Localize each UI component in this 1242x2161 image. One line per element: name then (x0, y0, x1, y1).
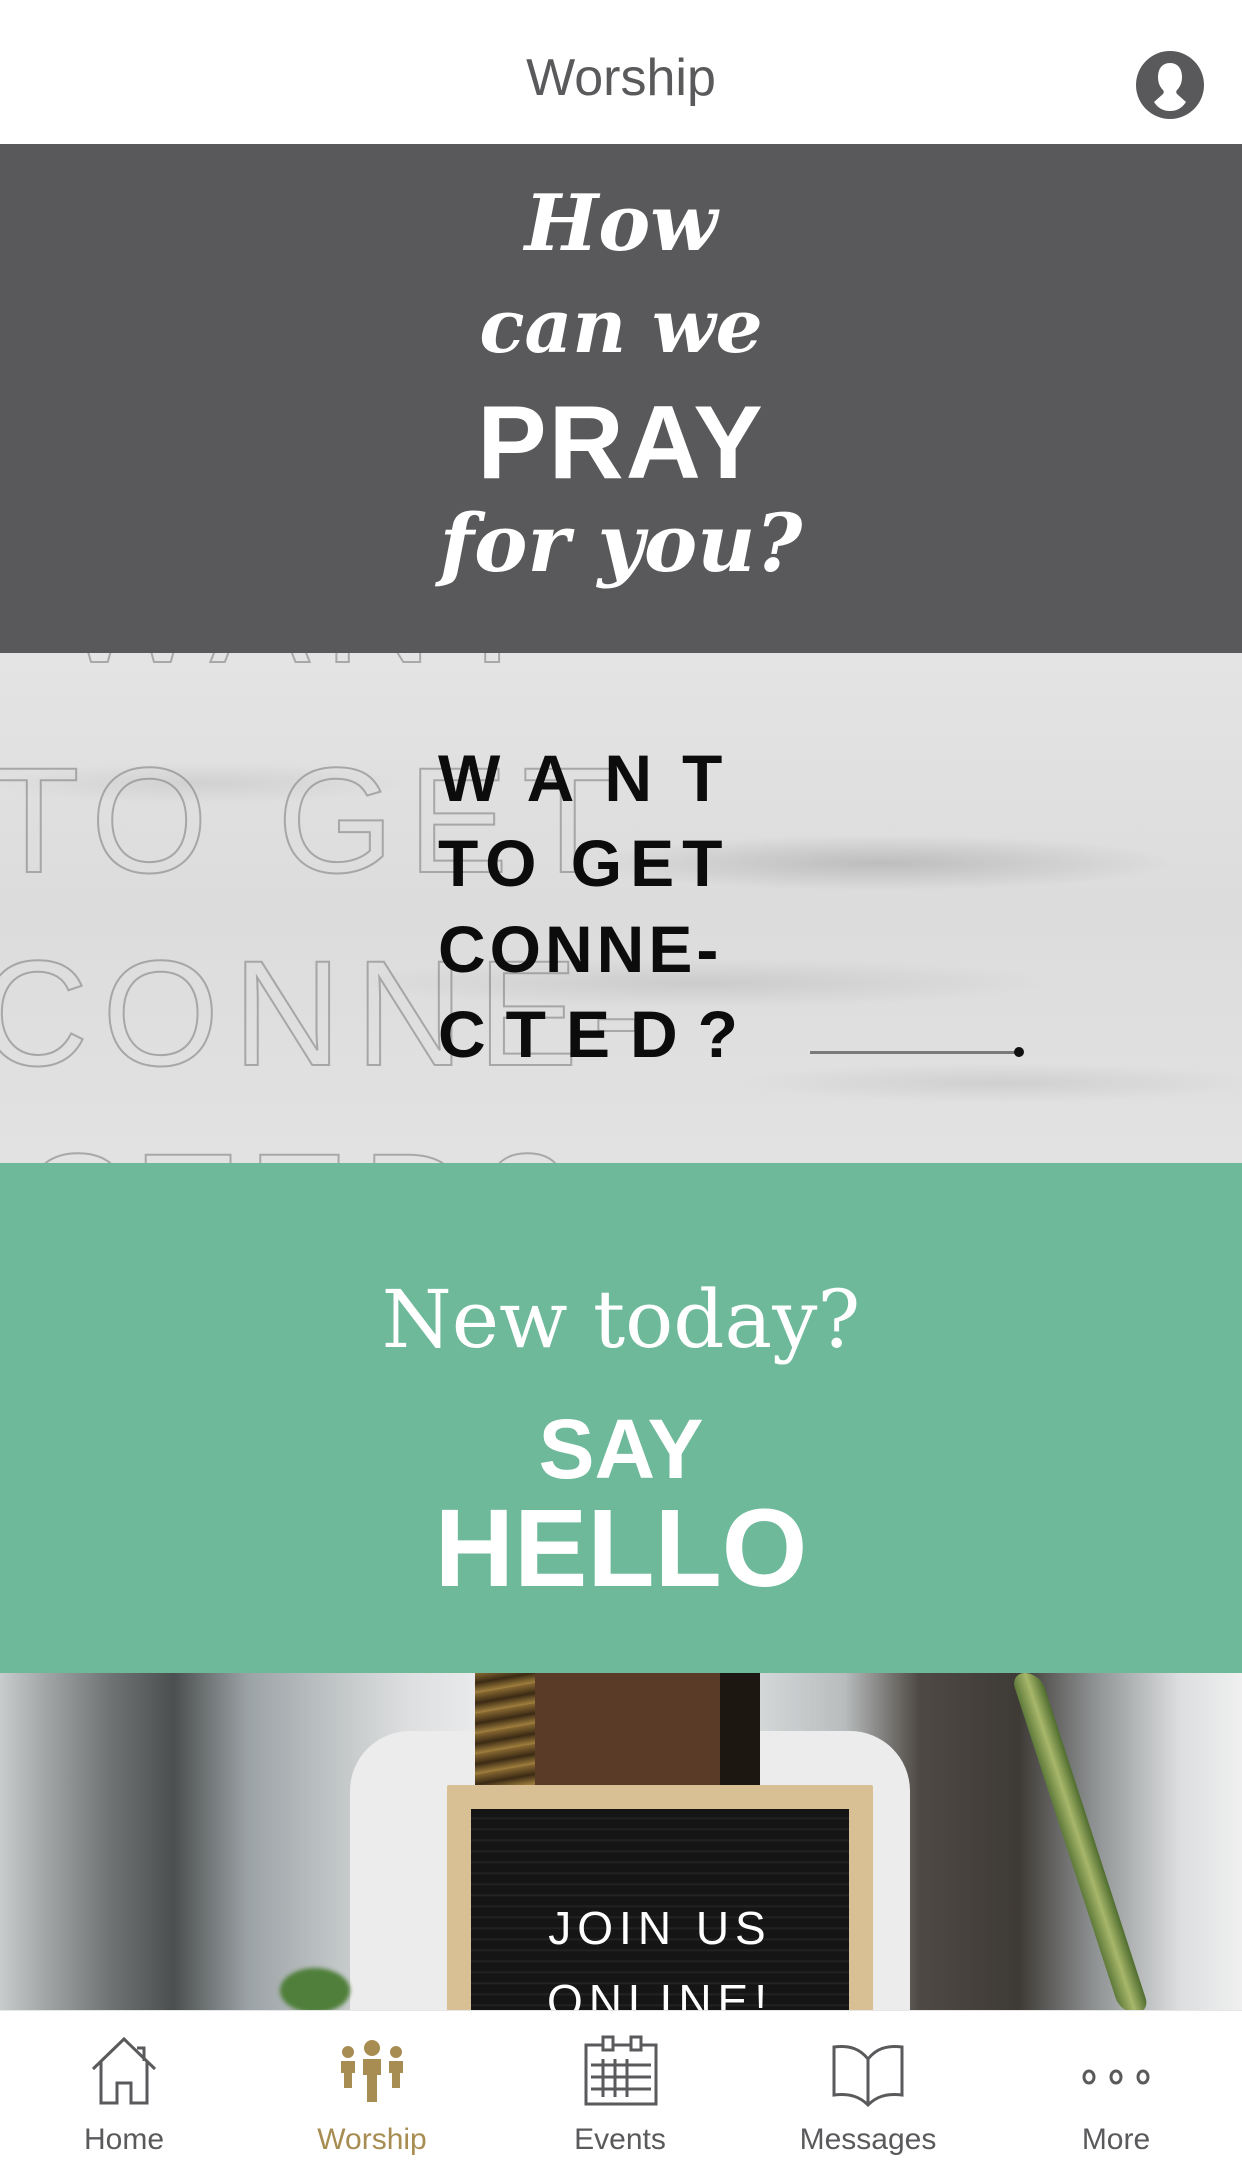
open-book-icon (828, 2033, 908, 2113)
photo-plant (280, 1968, 350, 2010)
tab-bar: Home Worship Events Messages More (0, 2010, 1242, 2161)
decorative-line (810, 1051, 1018, 1054)
tab-events[interactable]: Events (496, 2011, 744, 2161)
tab-home[interactable]: Home (0, 2011, 248, 2161)
tab-more[interactable]: More (992, 2011, 1240, 2161)
tab-label: Worship (317, 2123, 427, 2156)
connect-line-want: WANT (438, 741, 753, 815)
connect-line-conne: CONNE- (438, 912, 723, 986)
prayer-line-pray: PRAY (477, 385, 765, 501)
ghost-text: CTED? (19, 1130, 582, 1163)
more-dots-icon (1076, 2033, 1156, 2113)
hello-text: HELLO (434, 1487, 808, 1610)
ghost-text: WANT (59, 653, 552, 686)
photo-person (505, 1673, 755, 1803)
person-circle-icon (1136, 51, 1204, 119)
say-text: SAY (538, 1402, 704, 1496)
board-line-online: ONLINE! (546, 1975, 774, 2010)
photo-hair (475, 1673, 535, 1803)
prayer-line-how: How (524, 178, 718, 269)
tab-label: More (1081, 2123, 1151, 2156)
board-line-join-us: JOIN US (548, 1902, 772, 1954)
page-title: Worship (526, 49, 716, 107)
photo-plant-leaf (1010, 1673, 1151, 2010)
people-icon (332, 2033, 412, 2113)
new-today-heading: New today? (381, 1273, 861, 1366)
get-connected-card[interactable]: WANT TO GET CONNE- CTED? WANT TO GET CON… (0, 653, 1242, 1163)
house-icon (84, 2033, 164, 2113)
new-today-card[interactable]: New today? SAY HELLO (0, 1163, 1242, 1673)
connect-line-cted: CTED? (438, 997, 758, 1071)
tab-label: Events (574, 2123, 666, 2156)
nav-header: Worship (0, 0, 1242, 144)
photo-hair (720, 1673, 760, 1798)
join-online-card[interactable]: JOIN US ONLINE! (0, 1673, 1242, 2010)
prayer-line-can-we: can we (479, 284, 763, 370)
prayer-line-for-you: for you? (439, 496, 803, 590)
tab-messages[interactable]: Messages (744, 2011, 992, 2161)
content-feed: How can we PRAY for you? WANT TO GET CON… (0, 144, 1242, 2010)
tab-label: Home (83, 2123, 165, 2156)
connect-line-to-get: TO GET (438, 826, 731, 900)
decorative-dot (1014, 1047, 1024, 1057)
prayer-request-card[interactable]: How can we PRAY for you? (0, 144, 1242, 653)
calendar-icon (580, 2033, 660, 2113)
tab-label: Messages (799, 2123, 937, 2156)
tab-worship[interactable]: Worship (248, 2011, 496, 2161)
profile-button[interactable] (1134, 49, 1206, 121)
